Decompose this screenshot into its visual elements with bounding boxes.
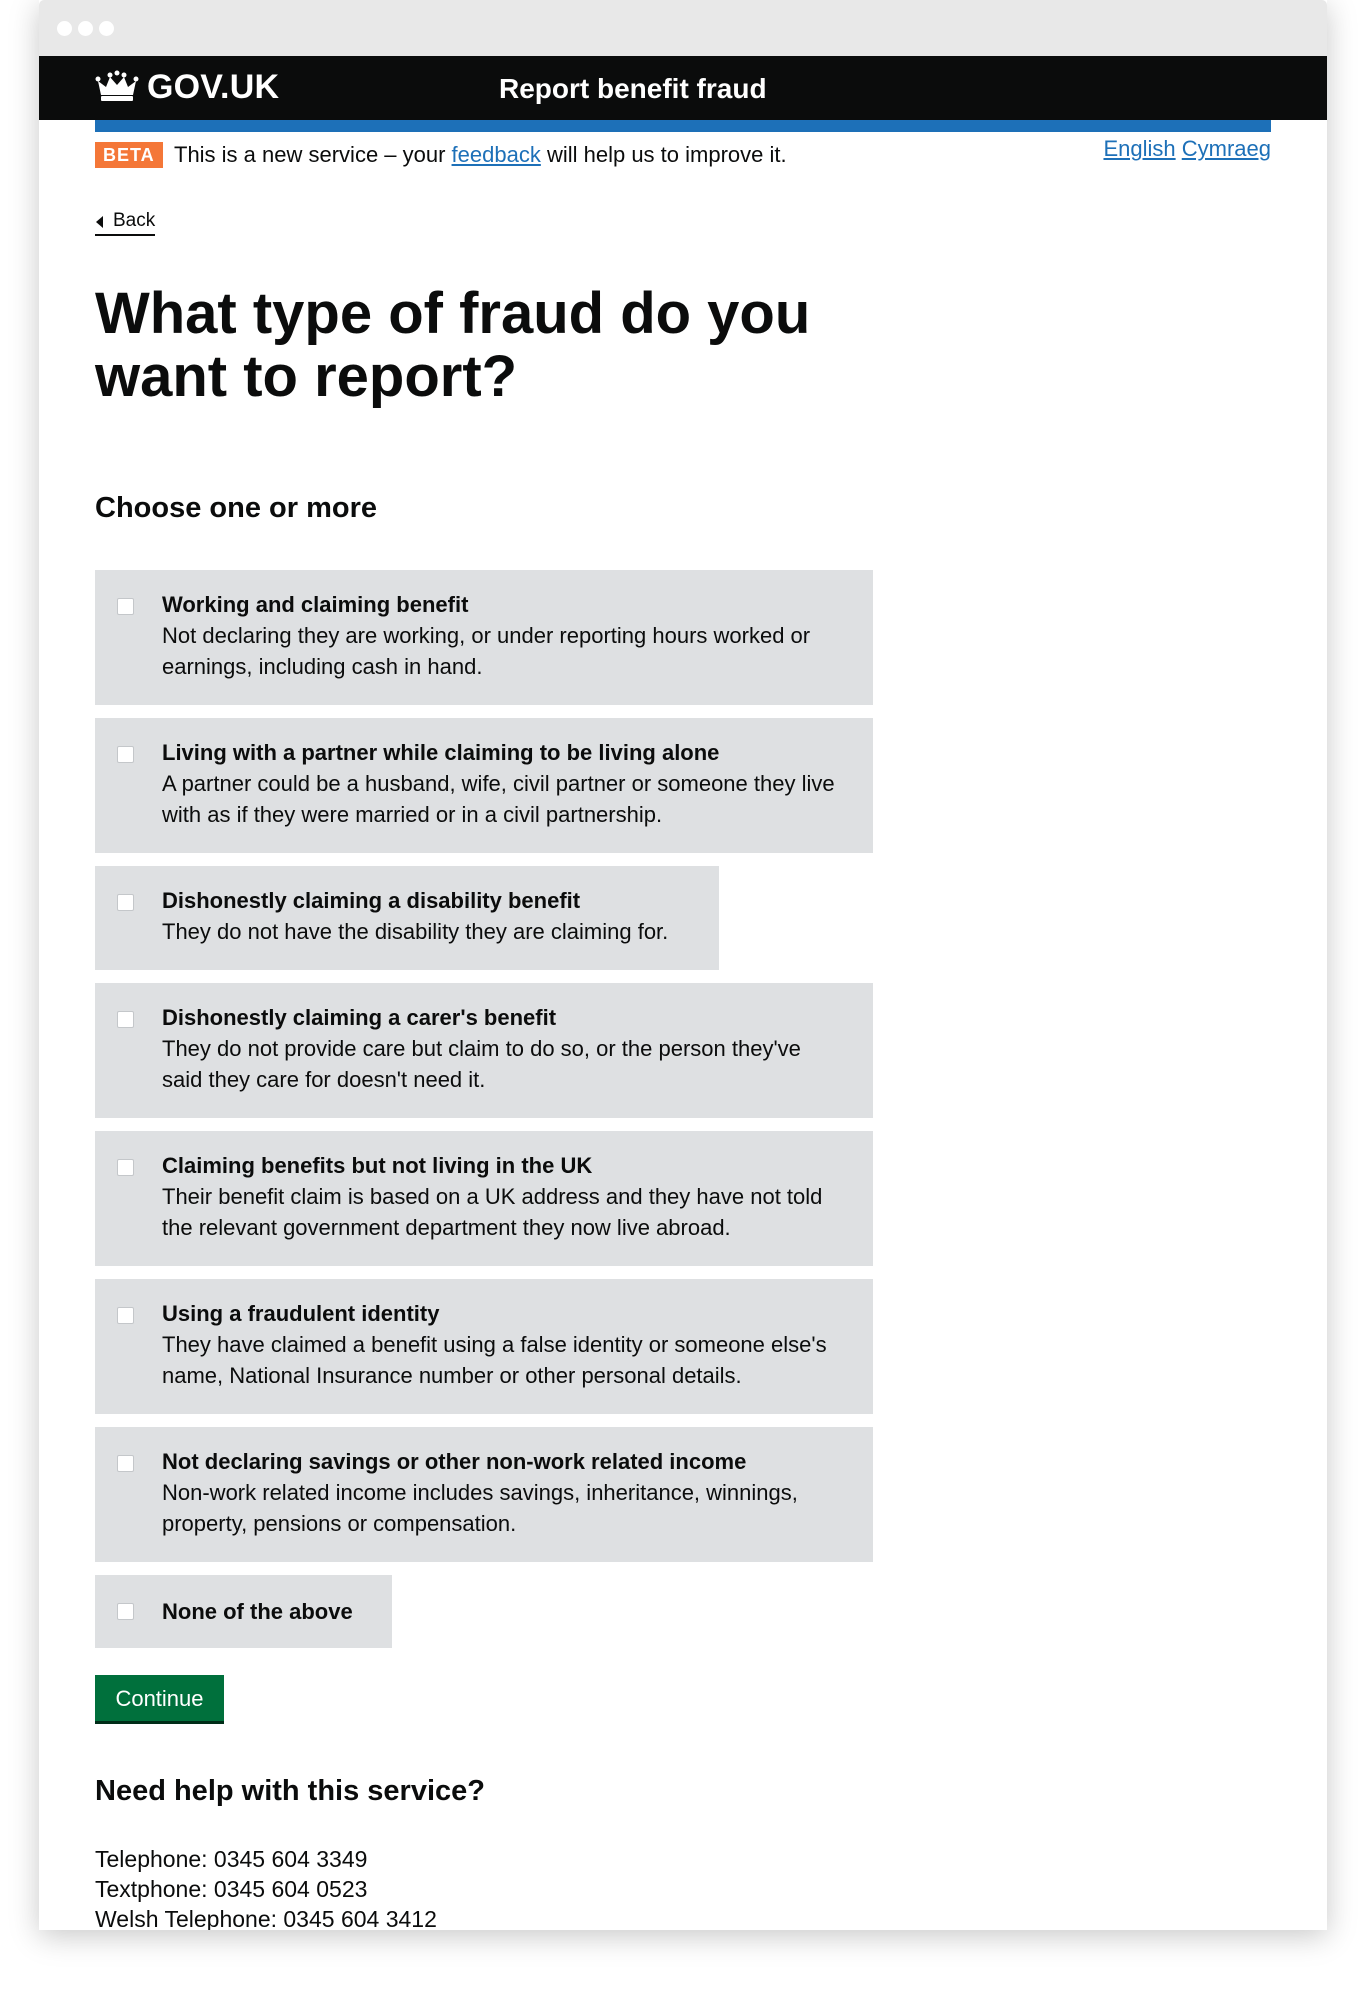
browser-window: GOV.UK Report benefit fraud BETA This is… [39, 0, 1327, 1930]
govuk-logo-text[interactable]: GOV.UK [147, 68, 279, 107]
checkbox-option-disability[interactable]: Dishonestly claiming a disability benefi… [95, 866, 719, 970]
beta-tag: BETA [95, 142, 163, 168]
help-textphone: Textphone: 0345 604 0523 [95, 1876, 368, 1902]
crown-icon [95, 70, 139, 101]
option-title: Not declaring savings or other non-work … [162, 1449, 747, 1474]
feedback-link[interactable]: feedback [452, 142, 541, 167]
help-heading: Need help with this service? [95, 1775, 485, 1807]
checkbox-option-working[interactable]: Working and claiming benefit Not declari… [95, 570, 873, 705]
checkbox[interactable] [117, 1011, 134, 1028]
checkbox[interactable] [117, 1307, 134, 1324]
page-title: What type of fraud do you want to report… [95, 281, 811, 409]
option-title: None of the above [162, 1599, 353, 1624]
option-title: Claiming benefits but not living in the … [162, 1153, 593, 1178]
checkbox[interactable] [117, 1159, 134, 1176]
option-hint: They do not provide care but claim to do… [162, 1036, 801, 1092]
phase-banner: BETA This is a new service – your feedba… [95, 136, 1271, 174]
option-title: Using a fraudulent identity [162, 1301, 440, 1326]
header-underline [95, 120, 1271, 132]
window-chrome [39, 0, 1327, 56]
option-title: Working and claiming benefit [162, 592, 469, 617]
checkbox-option-living-with-partner[interactable]: Living with a partner while claiming to … [95, 718, 873, 853]
checkbox-option-carers[interactable]: Dishonestly claiming a carer's benefit T… [95, 983, 873, 1118]
help-telephone: Telephone: 0345 604 3349 [95, 1846, 368, 1872]
checkbox-option-savings[interactable]: Not declaring savings or other non-work … [95, 1427, 873, 1562]
checkbox[interactable] [117, 1455, 134, 1472]
option-hint: They do not have the disability they are… [162, 919, 669, 944]
back-arrow-icon [96, 216, 103, 228]
continue-button[interactable]: Continue [95, 1675, 224, 1721]
phase-banner-text: This is a new service – your feedback wi… [174, 140, 787, 170]
window-control-dot[interactable] [99, 21, 114, 36]
back-link-label: Back [113, 210, 156, 231]
option-hint: They have claimed a benefit using a fals… [162, 1332, 827, 1388]
window-control-dot[interactable] [78, 21, 93, 36]
checkbox[interactable] [117, 746, 134, 763]
service-name[interactable]: Report benefit fraud [499, 73, 767, 105]
option-hint: A partner could be a husband, wife, civi… [162, 771, 835, 827]
option-title: Dishonestly claiming a carer's benefit [162, 1005, 557, 1030]
language-welsh-link[interactable]: Cymraeg [1182, 136, 1271, 161]
option-hint: Their benefit claim is based on a UK add… [162, 1184, 823, 1240]
checkbox[interactable] [117, 1603, 134, 1620]
window-control-dot[interactable] [57, 21, 72, 36]
checkbox-option-fraudulent-identity[interactable]: Using a fraudulent identity They have cl… [95, 1279, 873, 1414]
fieldset-legend: Choose one or more [95, 492, 377, 524]
option-hint: Non-work related income includes savings… [162, 1480, 798, 1536]
option-title: Living with a partner while claiming to … [162, 740, 720, 765]
checkbox[interactable] [117, 598, 134, 615]
option-title: Dishonestly claiming a disability benefi… [162, 888, 581, 913]
phase-text-before: This is a new service – your [174, 142, 452, 167]
phase-text-after: will help us to improve it. [540, 142, 787, 167]
language-switcher: English Cymraeg [1103, 134, 1271, 164]
language-english-link[interactable]: English [1103, 136, 1175, 161]
option-hint: Not declaring they are working, or under… [162, 623, 811, 679]
checkbox[interactable] [117, 894, 134, 911]
help-welsh-telephone: Welsh Telephone: 0345 604 3412 [95, 1906, 437, 1930]
back-link[interactable]: Back [95, 210, 156, 236]
checkbox-option-not-in-uk[interactable]: Claiming benefits but not living in the … [95, 1131, 873, 1266]
govuk-header: GOV.UK Report benefit fraud [39, 56, 1327, 120]
checkbox-option-none[interactable]: None of the above [95, 1575, 392, 1648]
